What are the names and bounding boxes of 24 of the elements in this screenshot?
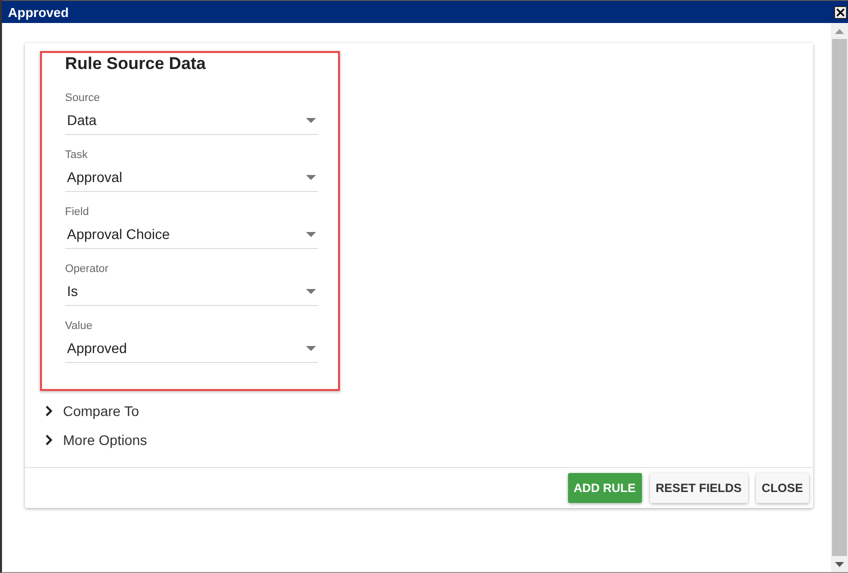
field-label: Task <box>65 149 89 161</box>
select-field[interactable]: Approval <box>65 166 318 192</box>
field-label: Value <box>65 320 94 332</box>
select-field[interactable]: Data <box>65 109 318 135</box>
action-button[interactable]: RESET FIELDS <box>650 473 748 503</box>
dropdown-icon <box>306 118 316 122</box>
dropdown-icon <box>306 346 316 350</box>
select-field[interactable]: Approval Choice <box>65 223 318 249</box>
scroll-down-icon[interactable] <box>835 562 844 566</box>
field-label: Field <box>65 206 90 218</box>
select-field[interactable]: Approved <box>65 337 318 363</box>
dropdown-icon <box>306 288 316 294</box>
dropdown-icon <box>306 232 316 236</box>
expander[interactable]: More Options <box>40 426 148 455</box>
field-label: Source <box>65 92 101 104</box>
select-field[interactable]: Is <box>65 280 318 306</box>
dropdown-icon <box>306 174 316 180</box>
scrollbar[interactable] <box>831 23 848 572</box>
field-label: Operator <box>65 263 110 275</box>
close-icon[interactable] <box>834 6 847 18</box>
section-title: Rule Source Data <box>65 53 207 75</box>
window-title: Approved <box>8 4 69 20</box>
expander[interactable]: Compare To <box>40 397 140 426</box>
action-button[interactable]: CLOSE <box>756 473 809 503</box>
